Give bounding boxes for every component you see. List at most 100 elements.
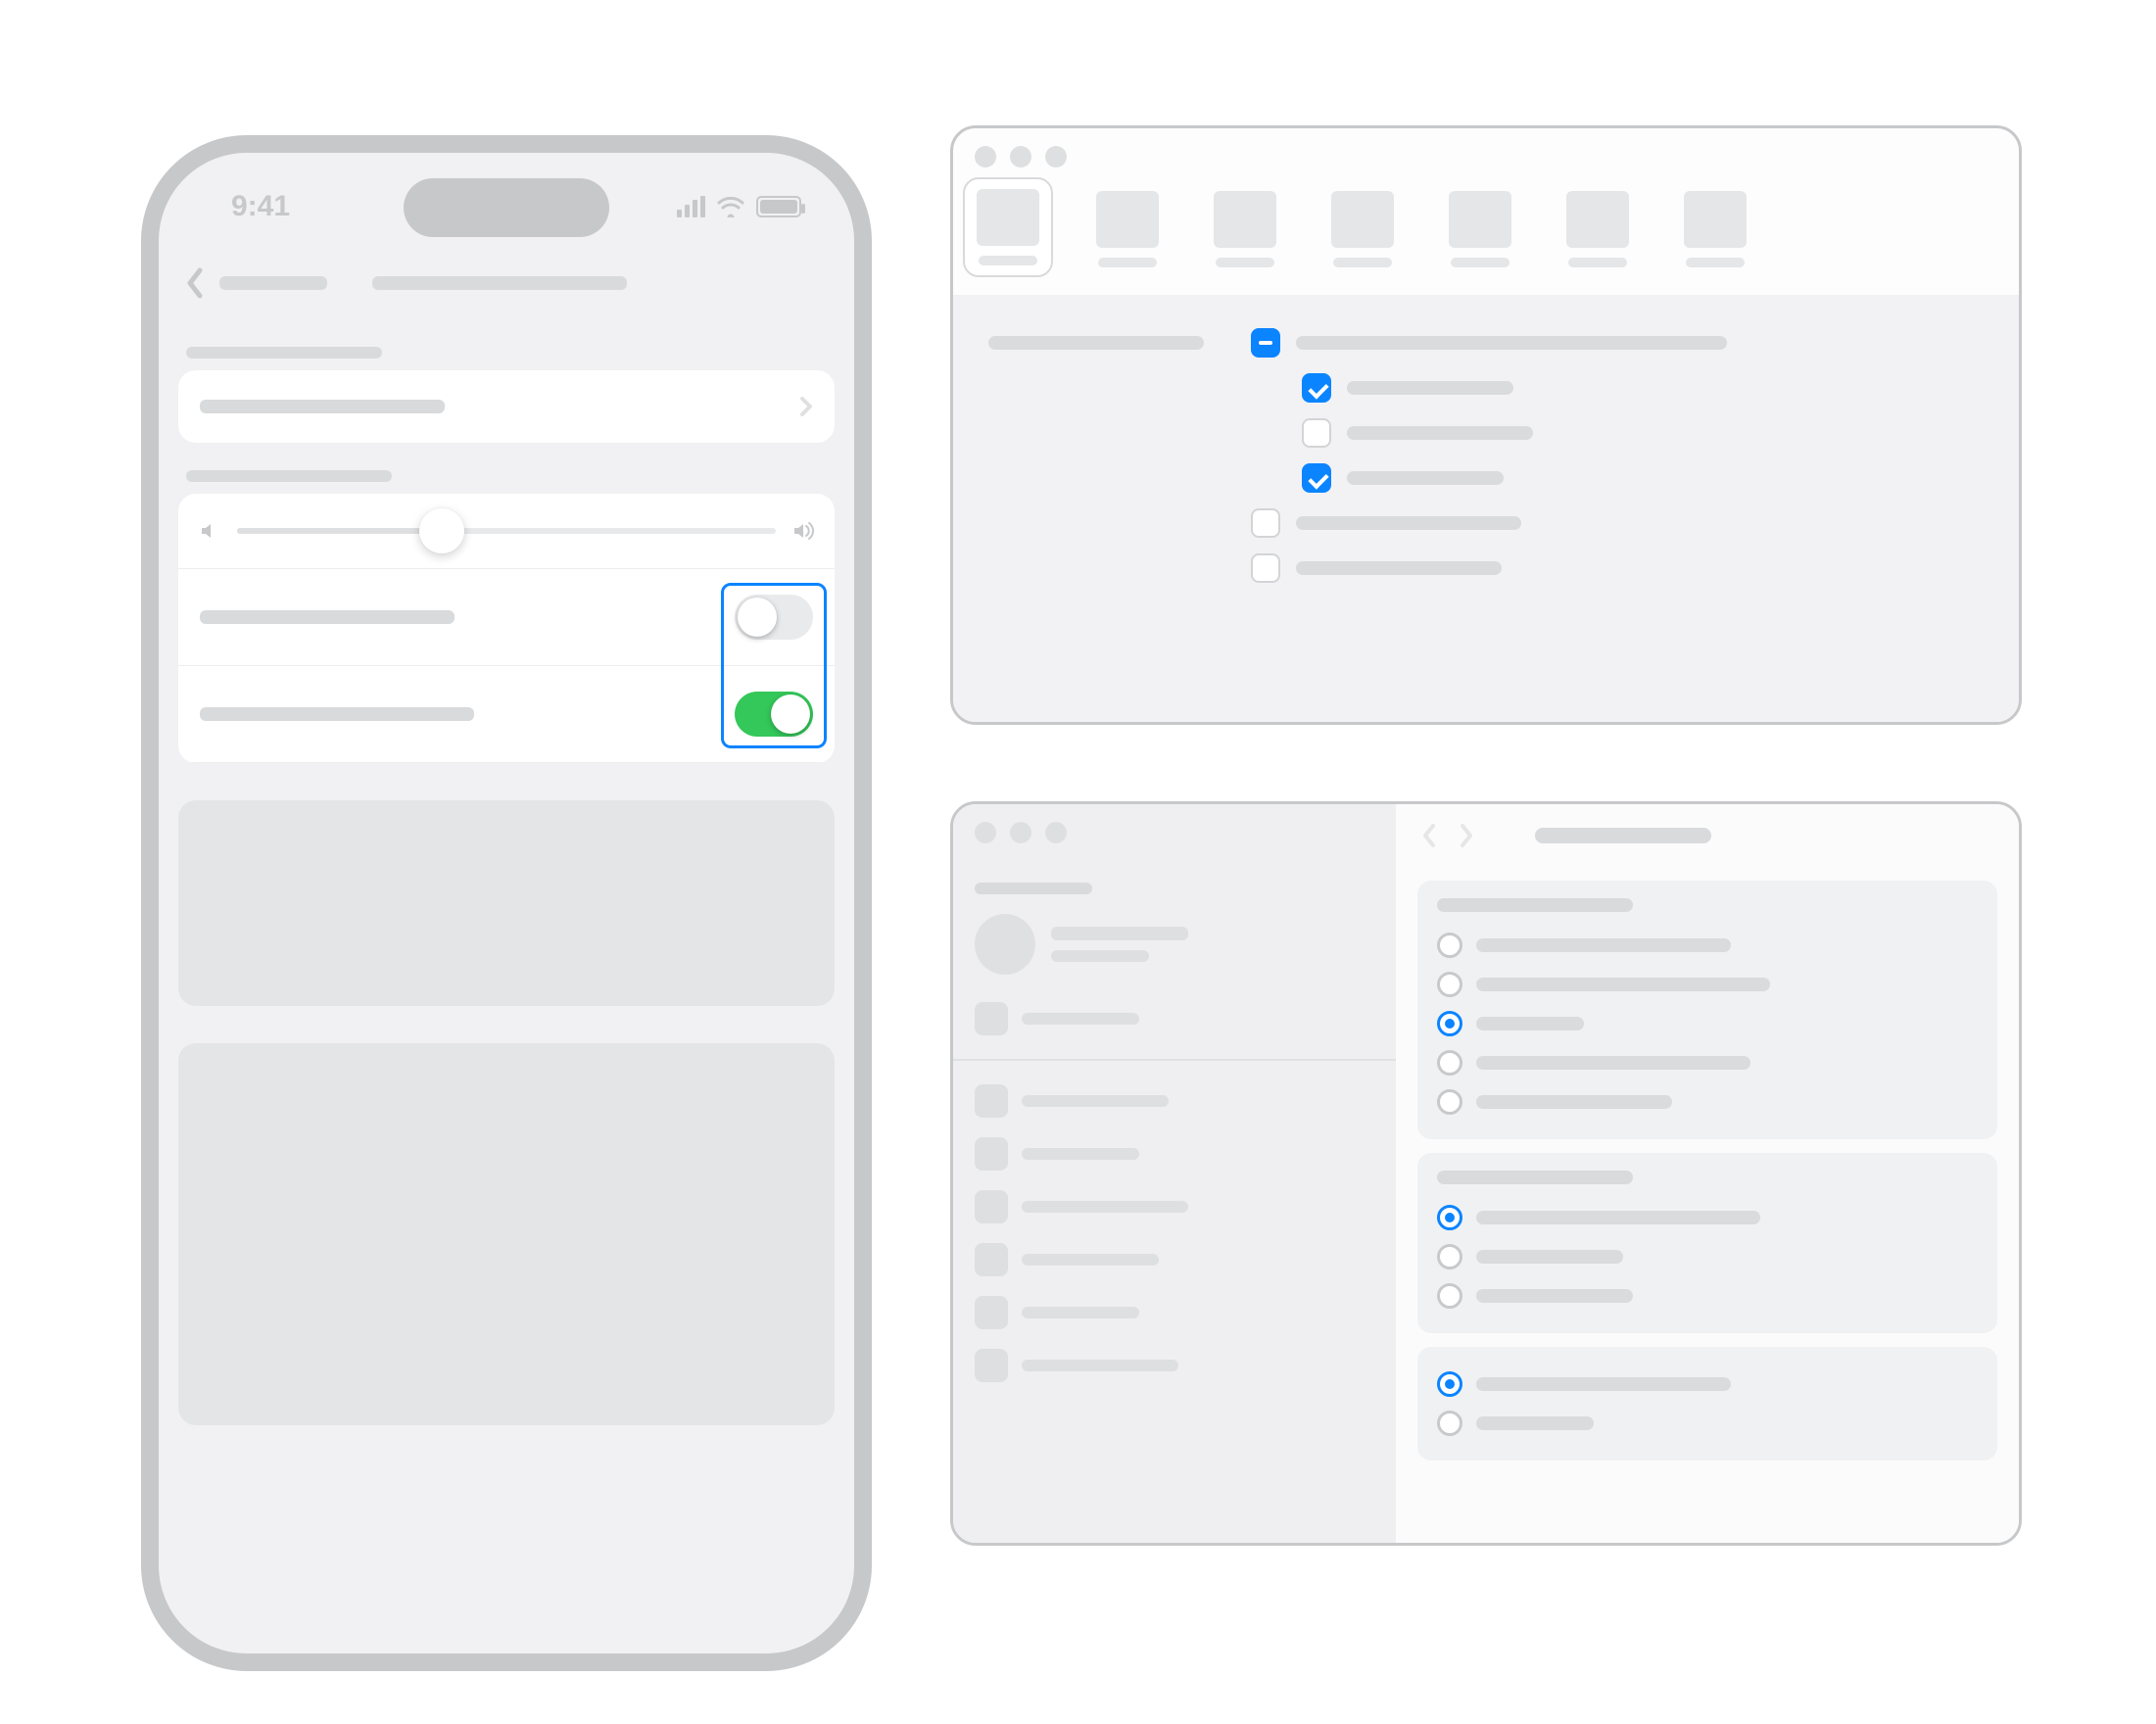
cellular-icon: [677, 196, 705, 217]
user-name: [1051, 927, 1188, 940]
radio-button[interactable]: [1437, 1411, 1462, 1436]
radio-label: [1476, 1377, 1731, 1391]
toolbar-tab[interactable]: [1555, 181, 1641, 277]
checkbox[interactable]: [1302, 418, 1331, 448]
radio-button[interactable]: [1437, 1244, 1462, 1269]
tab-label: [1686, 258, 1745, 267]
sidebar-item-icon: [975, 1002, 1008, 1035]
volume-low-icon: [198, 519, 221, 543]
toolbar-tab[interactable]: [1202, 181, 1288, 277]
sidebar-item-label: [1022, 1013, 1139, 1025]
radio-button[interactable]: [1437, 1371, 1462, 1397]
toggle-b[interactable]: [735, 692, 813, 737]
sidebar-item[interactable]: [975, 1339, 1374, 1392]
checkbox[interactable]: [1302, 463, 1331, 493]
tab-label: [979, 256, 1037, 265]
traffic-zoom[interactable]: [1045, 146, 1067, 168]
chevron-right-icon: [799, 396, 813, 417]
sidebar-section-title: [975, 883, 1092, 894]
traffic-close[interactable]: [975, 822, 996, 843]
checkbox-label: [1296, 516, 1521, 530]
radio-label: [1476, 1416, 1594, 1430]
checkbox[interactable]: [1251, 508, 1280, 538]
traffic-zoom[interactable]: [1045, 822, 1067, 843]
content-pane: [1396, 804, 2019, 1546]
sidebar-item[interactable]: [975, 1233, 1374, 1286]
tab-icon: [1331, 191, 1394, 248]
sidebar-item[interactable]: [975, 1127, 1374, 1180]
checkbox-row: [988, 365, 1984, 410]
sidebar-item-icon: [975, 1296, 1008, 1329]
row-label: [200, 400, 445, 413]
slider-thumb[interactable]: [419, 508, 464, 553]
checkbox[interactable]: [1302, 373, 1331, 403]
traffic-minimize[interactable]: [1010, 146, 1031, 168]
sidebar-item[interactable]: [975, 992, 1374, 1045]
checkbox-row: [988, 320, 1984, 365]
status-time: 9:41: [212, 190, 310, 223]
checkbox-label: [1296, 336, 1727, 350]
toolbar-tab[interactable]: [963, 177, 1053, 277]
radio-panels: [1396, 881, 2019, 1461]
toolbar-tab[interactable]: [1437, 181, 1523, 277]
traffic-close[interactable]: [975, 146, 996, 168]
radio-group: [1417, 1153, 1997, 1333]
checkbox-mixed[interactable]: [1251, 328, 1280, 358]
settings-group-2: [178, 494, 835, 763]
toggle-row-b: [178, 666, 835, 763]
section-header-2: [186, 470, 392, 482]
toolbar-tab[interactable]: [1084, 181, 1171, 277]
toggle-row-a: [178, 569, 835, 666]
toggle-a[interactable]: [735, 595, 813, 640]
radio-row: [1437, 1082, 1978, 1122]
radio-label: [1476, 1095, 1672, 1109]
sidebar-item[interactable]: [975, 1286, 1374, 1339]
toolbar-tabs: [953, 175, 2019, 295]
row-lead-label: [988, 336, 1204, 350]
checkbox-row: [988, 501, 1984, 546]
sidebar-item-icon: [975, 1349, 1008, 1382]
group-title: [1437, 898, 1633, 912]
radio-group: [1417, 1347, 1997, 1461]
sidebar: [953, 804, 1396, 1546]
checkbox-window: [950, 125, 2022, 725]
radio-label: [1476, 1289, 1633, 1303]
radio-row: [1437, 1237, 1978, 1276]
back-label[interactable]: [219, 276, 327, 290]
radio-row: [1437, 1043, 1978, 1082]
checkbox-label: [1347, 471, 1504, 485]
radio-button[interactable]: [1437, 1089, 1462, 1115]
back-chevron-icon[interactable]: [184, 266, 206, 300]
toolbar-tab[interactable]: [1672, 181, 1758, 277]
sidebar-item[interactable]: [975, 1180, 1374, 1233]
radio-button[interactable]: [1437, 972, 1462, 997]
radio-button[interactable]: [1437, 933, 1462, 958]
tab-label: [1568, 258, 1627, 267]
checkbox[interactable]: [1251, 553, 1280, 583]
volume-slider-row: [178, 494, 835, 569]
radio-label: [1476, 1056, 1750, 1070]
sidebar-item-label: [1022, 1254, 1159, 1266]
volume-slider[interactable]: [237, 528, 776, 534]
checkbox-label: [1347, 426, 1533, 440]
radio-button[interactable]: [1437, 1205, 1462, 1230]
titlebar: [953, 128, 2019, 175]
traffic-minimize[interactable]: [1010, 822, 1031, 843]
tab-icon: [1096, 191, 1159, 248]
nav-back-icon[interactable]: [1419, 822, 1439, 849]
detail-row[interactable]: [178, 370, 835, 443]
settings-group-1: [178, 370, 835, 443]
sidebar-item-icon: [975, 1190, 1008, 1223]
radio-button[interactable]: [1437, 1011, 1462, 1036]
sidebar-item-label: [1022, 1148, 1139, 1160]
sidebar-item[interactable]: [975, 1075, 1374, 1127]
tab-label: [1333, 258, 1392, 267]
toolbar-tab[interactable]: [1319, 181, 1406, 277]
tab-label: [1216, 258, 1274, 267]
sidebar-user-row[interactable]: [975, 908, 1374, 992]
radio-button[interactable]: [1437, 1283, 1462, 1309]
battery-icon: [756, 196, 801, 217]
radio-button[interactable]: [1437, 1050, 1462, 1076]
nav-forward-icon[interactable]: [1457, 822, 1476, 849]
row-label: [200, 707, 474, 721]
